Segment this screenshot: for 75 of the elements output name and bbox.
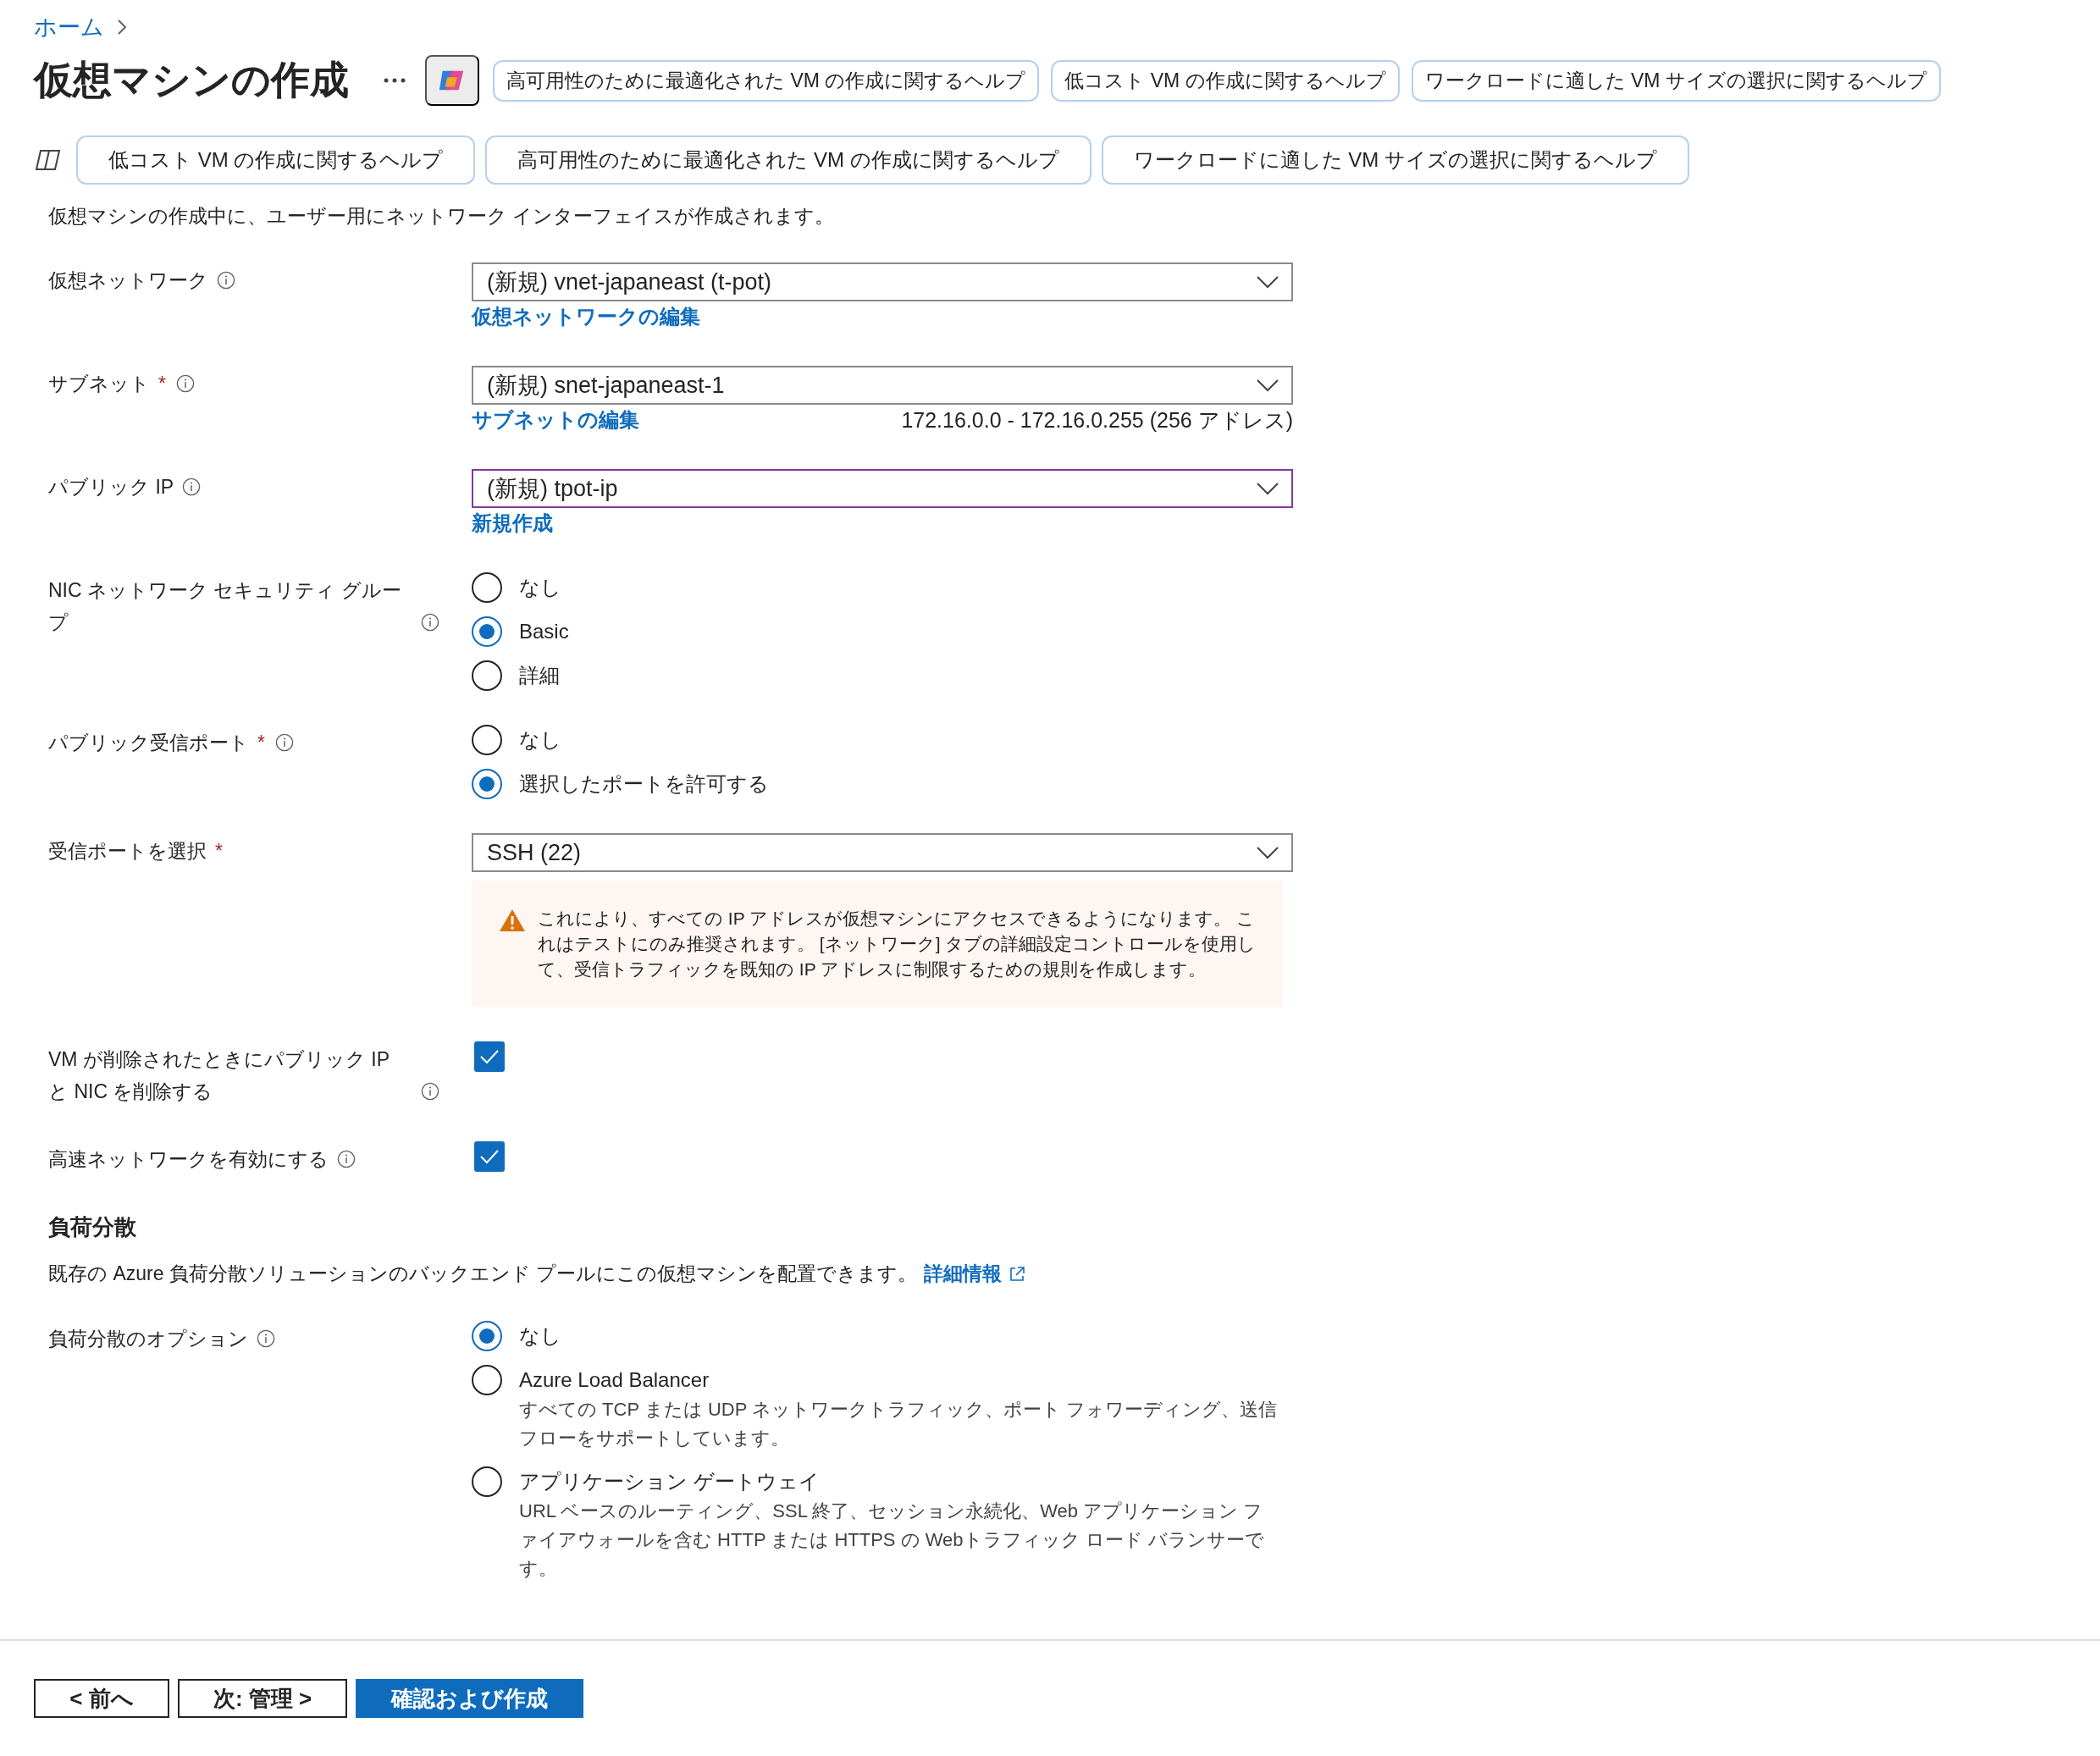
nav-button[interactable]: < 前へ: [34, 1679, 169, 1718]
field-label: サブネット: [48, 372, 150, 396]
option-description: URL ベースのルーティング、SSL 終了、セッション永続化、Web アプリケーション ファイアウォールを含む HTTP または HTTPS の Webトラフィック ロード バランサーです。: [519, 1499, 1265, 1581]
copilot-button[interactable]: [425, 55, 479, 106]
edit-link[interactable]: サブネットの編集: [472, 406, 639, 433]
help-prompt-button[interactable]: ワークロードに適した VM サイズの選択に関するヘルプ: [1411, 59, 1941, 102]
nav-button[interactable]: 次: 管理 >: [178, 1679, 348, 1718]
radio-button[interactable]: [472, 769, 502, 799]
required-mark: *: [257, 731, 265, 755]
option-label: 選択したポートを許可する: [519, 771, 769, 797]
chevron-down-icon: [1256, 846, 1279, 859]
option-label: なし: [519, 1323, 561, 1349]
option-label: アプリケーション ゲートウェイ: [519, 1469, 821, 1494]
page-title: 仮想マシンの作成: [34, 57, 349, 103]
dropdown[interactable]: (新規) vnet-japaneast (t-pot): [472, 262, 1293, 301]
info-icon[interactable]: [217, 271, 235, 290]
external-link-icon[interactable]: [1009, 1265, 1026, 1283]
chevron-down-icon: [1256, 378, 1279, 392]
review-create-button[interactable]: 確認および作成: [356, 1679, 584, 1718]
info-icon[interactable]: [182, 478, 202, 496]
field-label: パブリック受信ポート: [48, 731, 249, 755]
dropdown[interactable]: (新規) snet-japaneast-1: [472, 366, 1293, 405]
radio-button[interactable]: [472, 572, 502, 603]
info-icon[interactable]: [274, 733, 294, 752]
checkmark-icon: [479, 1049, 500, 1064]
breadcrumb-link[interactable]: ホーム: [34, 12, 104, 42]
learn-more-link[interactable]: 詳細情報: [924, 1261, 1003, 1287]
address-range: 172.16.0.0 - 172.16.0.255 (256 アドレス): [901, 406, 1293, 433]
info-icon[interactable]: [257, 1329, 275, 1348]
option-label: Basic: [519, 619, 569, 644]
field-label: NIC ネットワーク セキュリティ グループ: [48, 578, 402, 635]
field-label: 負荷分散のオプション: [48, 1327, 248, 1351]
chevron-down-icon: [1256, 275, 1279, 289]
radio-button[interactable]: [472, 616, 502, 647]
field-label: VM が削除されたときにパブリック IP と NIC を削除する: [48, 1047, 390, 1104]
section-description: 既存の Azure 負荷分散ソリューションのバックエンド プールにこの仮想マシンを配置できます。: [48, 1262, 918, 1286]
section-heading: 負荷分散: [48, 1213, 137, 1241]
info-icon[interactable]: [421, 613, 439, 632]
intro-text: 仮想マシンの作成中に、ユーザー用にネットワーク インターフェイスが作成されます。: [48, 204, 836, 229]
radio-button[interactable]: [472, 1466, 502, 1497]
help-suggestion-button[interactable]: 低コスト VM の作成に関するヘルプ: [76, 135, 476, 185]
required-mark: *: [158, 372, 166, 396]
field-label: 受信ポートを選択: [48, 839, 207, 864]
info-icon[interactable]: [421, 1082, 439, 1101]
chevron-right-icon: [116, 18, 128, 36]
option-label: なし: [519, 575, 561, 600]
option-description: すべての TCP または UDP ネットワークトラフィック、ポート フォワーディング、送信フローをサポートしています。: [519, 1398, 1279, 1450]
required-mark: *: [215, 839, 223, 864]
checkbox[interactable]: [474, 1041, 505, 1072]
warning-icon: [499, 908, 526, 933]
field-label: パブリック IP: [48, 475, 174, 500]
checkbox[interactable]: [474, 1141, 505, 1172]
help-prompt-button[interactable]: 高可用性のために最適化された VM の作成に関するヘルプ: [493, 59, 1040, 102]
info-icon[interactable]: [175, 374, 195, 393]
option-label: 詳細: [519, 663, 560, 688]
radio-button[interactable]: [472, 725, 502, 755]
edit-link[interactable]: 新規作成: [472, 510, 553, 537]
field-label: 高速ネットワークを有効にする: [48, 1147, 329, 1172]
dropdown[interactable]: SSH (22): [472, 833, 1293, 872]
radio-button[interactable]: [472, 1321, 502, 1351]
info-icon[interactable]: [337, 1150, 356, 1168]
help-suggestion-button[interactable]: ワークロードに適した VM サイズの選択に関するヘルプ: [1101, 135, 1690, 185]
option-label: Azure Load Balancer: [519, 1367, 710, 1393]
option-label: なし: [519, 727, 561, 753]
radio-button[interactable]: [472, 1365, 502, 1395]
checkmark-icon: [479, 1149, 500, 1164]
radio-button[interactable]: [472, 660, 502, 691]
chevron-down-icon: [1256, 482, 1279, 495]
help-prompt-button[interactable]: 低コスト VM の作成に関するヘルプ: [1051, 59, 1400, 102]
field-label: 仮想ネットワーク: [48, 268, 208, 293]
help-suggestion-button[interactable]: 高可用性のために最適化された VM の作成に関するヘルプ: [485, 135, 1091, 185]
warning-text: これにより、すべての IP アドレスが仮想マシンにアクセスできるようになります。 これはテストにのみ推奨されます。 [ネットワーク] タブの詳細設定コントロールを使用して、受信トラフィックを既知の IP アドレスに制限するための規則を作成します。: [538, 908, 1257, 980]
edit-link[interactable]: 仮想ネットワークの編集: [472, 303, 700, 330]
dropdown[interactable]: (新規) tpot-ip: [472, 469, 1293, 508]
more-icon[interactable]: [383, 77, 406, 84]
